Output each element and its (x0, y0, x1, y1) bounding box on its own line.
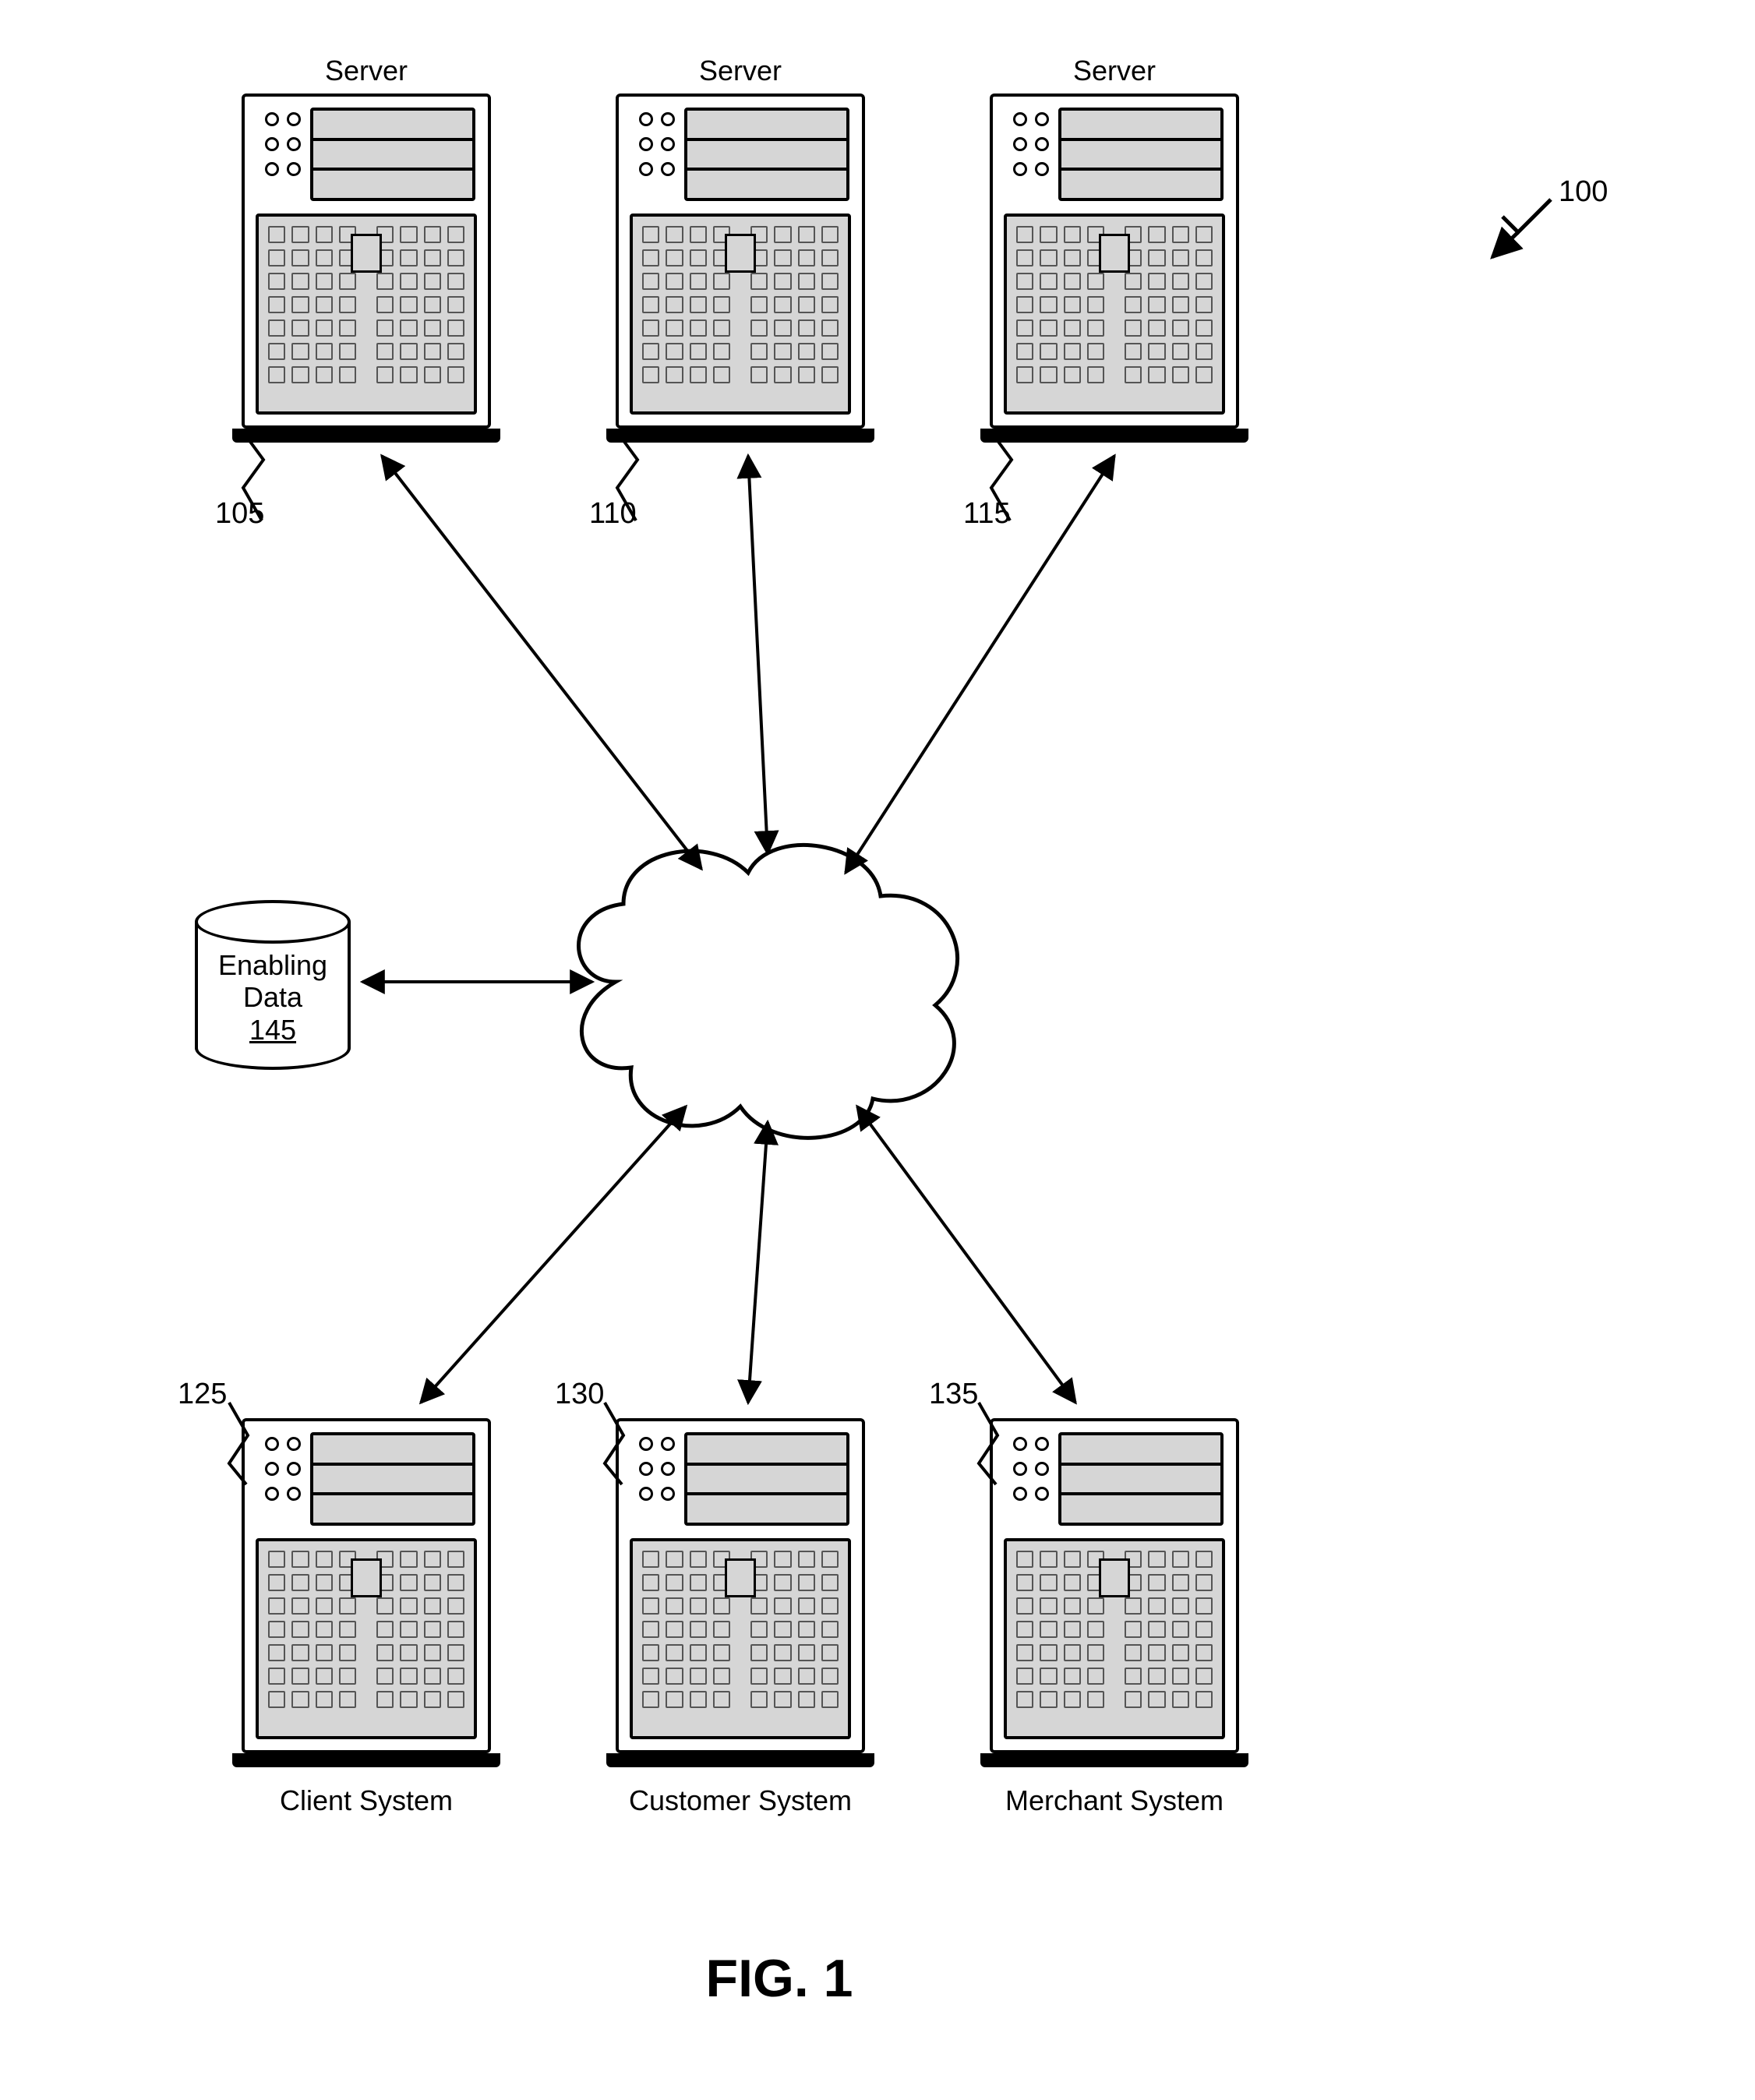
diagram-stage: Server Server Server 105 110 115 100 Ena… (0, 0, 1755, 2100)
ref-number: 105 (215, 497, 264, 531)
merchant-system-node (990, 1418, 1239, 1753)
database-ref: 145 (249, 1014, 296, 1046)
system-label: Merchant System (1005, 1784, 1224, 1817)
figure-caption: FIG. 1 (706, 1948, 853, 2009)
network-label: Network (722, 955, 837, 990)
ref-number: 115 (963, 497, 1011, 531)
diagram-ref: 100 (1559, 175, 1608, 209)
ref-number: 135 (929, 1378, 978, 1411)
ref-number: 130 (555, 1378, 604, 1411)
server-label: Server (1073, 55, 1156, 87)
ref-number: 125 (178, 1378, 227, 1411)
server-node (990, 94, 1239, 429)
server-node (242, 94, 491, 429)
database-label: Enabling Data 145 (218, 949, 327, 1046)
ref-number: 110 (589, 497, 637, 531)
server-label: Server (325, 55, 408, 87)
system-label: Customer System (629, 1784, 852, 1817)
system-label: Client System (280, 1784, 453, 1817)
server-label: Server (699, 55, 782, 87)
db-line2: Data (243, 981, 302, 1013)
server-node (616, 94, 865, 429)
network-ref: 120 (754, 1071, 806, 1106)
customer-system-node (616, 1418, 865, 1753)
db-line1: Enabling (218, 949, 327, 981)
client-system-node (242, 1418, 491, 1753)
